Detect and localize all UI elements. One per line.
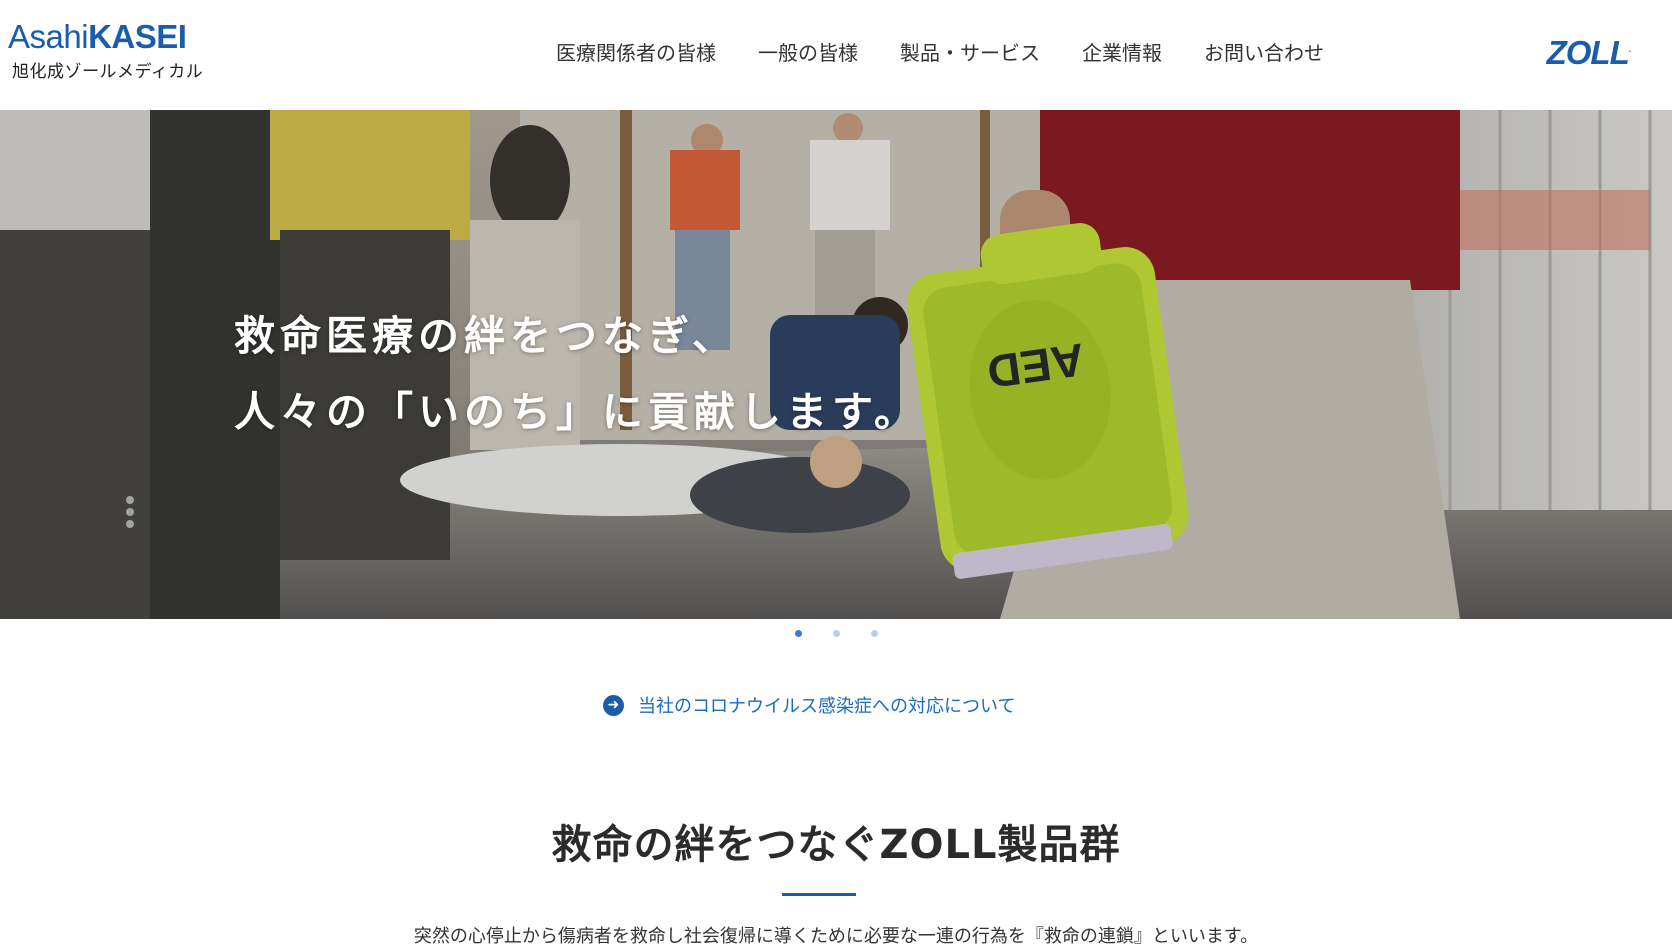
carousel-dot-2[interactable] (832, 630, 840, 637)
carousel-dot-1[interactable] (794, 630, 802, 637)
site-header: AsahiKASEI 旭化成ゾールメディカル 医療関係者の皆様 一般の皆様 製品… (0, 0, 1672, 110)
section-description: 突然の心停止から傷病者を救命し社会復帰に導くために必要な一連の行為を『救命の連鎖… (413, 926, 1259, 947)
logo-bold: KASEI (88, 18, 187, 55)
covid-notice-text: 当社のコロナウイルス感染症への対応について (638, 696, 1016, 717)
asahi-kasei-logo[interactable]: AsahiKASEI 旭化成ゾールメディカル (8, 20, 203, 82)
zoll-logo[interactable]: ZOLL. (1547, 34, 1632, 72)
nav-item-contact[interactable]: お問い合わせ (1183, 38, 1345, 68)
hero-headline-line1: 救命医療の絆をつなぎ、 (234, 312, 738, 360)
covid-notice-link[interactable]: ➜ 当社のコロナウイルス感染症への対応について (603, 692, 1015, 718)
logo-prefix: Asahi (8, 18, 89, 55)
hero-headline: 救命医療の絆をつなぎ、 人々の「いのち」に貢献します。 (234, 298, 920, 450)
nav-item-company-info[interactable]: 企業情報 (1061, 38, 1183, 68)
hero-banner: AED 救命医療の絆をつなぎ、 人々の「いのち」に貢献します。 (0, 110, 1672, 619)
section-title-underline (782, 893, 856, 896)
nav-item-general-public[interactable]: 一般の皆様 (737, 38, 879, 68)
main-nav: 医療関係者の皆様 一般の皆様 製品・サービス 企業情報 お問い合わせ (556, 38, 1345, 68)
nav-item-products-services[interactable]: 製品・サービス (879, 38, 1061, 68)
arrow-right-circle-icon: ➜ (603, 694, 624, 716)
carousel-dot-3[interactable] (870, 630, 878, 637)
carousel-pagination (0, 630, 1672, 637)
logo-subtitle: 旭化成ゾールメディカル (12, 62, 204, 82)
hero-headline-line2: 人々の「いのち」に貢献します。 (234, 388, 920, 436)
nav-item-medical-professionals[interactable]: 医療関係者の皆様 (556, 38, 737, 68)
section-title: 救命の絆をつなぐZOLL製品群 (551, 822, 1121, 868)
